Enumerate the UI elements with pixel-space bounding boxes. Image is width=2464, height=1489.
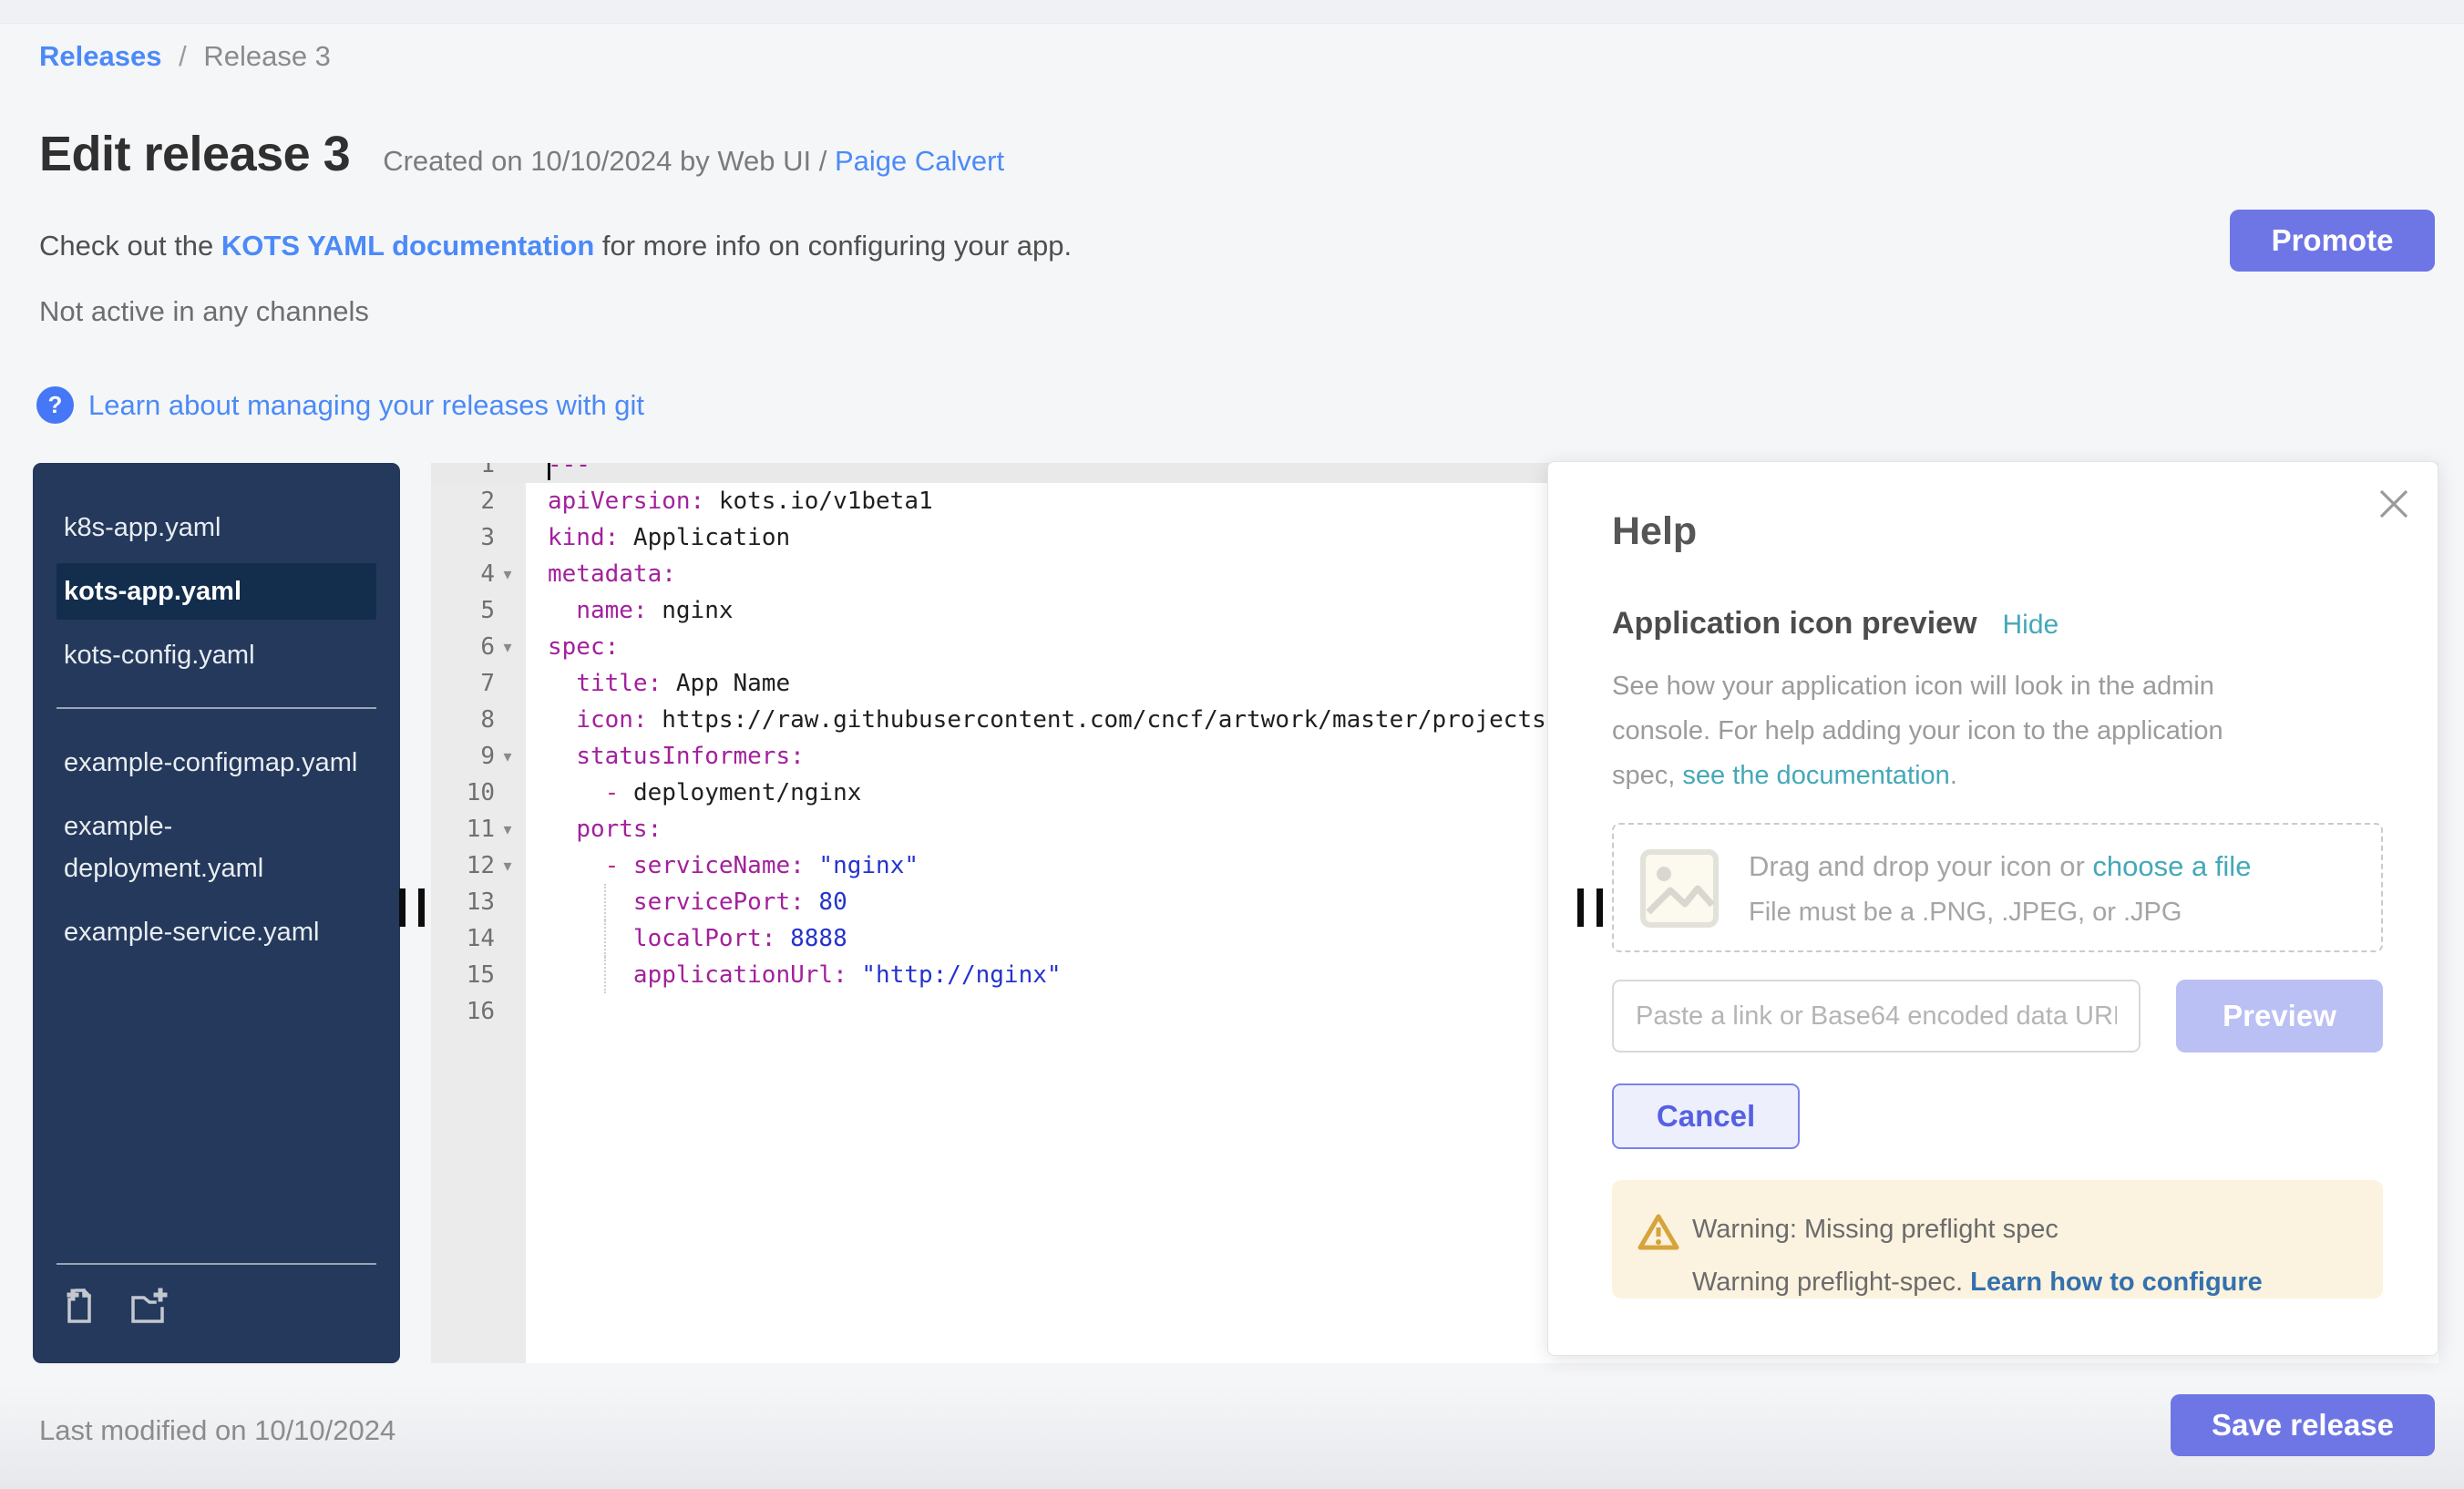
choose-file-link[interactable]: choose a file [2092, 850, 2251, 882]
fold-arrow-icon[interactable]: ▾ [495, 629, 520, 665]
preflight-warning-box: Warning: Missing preflight spec Warning … [1612, 1180, 2383, 1299]
add-file-icon[interactable] [56, 1283, 100, 1327]
file-item-example-deployment.yaml[interactable]: example-deployment.yaml [56, 798, 376, 897]
gutter-cell: 8 [431, 702, 526, 738]
breadcrumb-releases-link[interactable]: Releases [39, 40, 161, 72]
gutter-cell: 3 [431, 519, 526, 556]
file-list: k8s-app.yaml kots-app.yaml kots-config.yam… [33, 499, 400, 960]
gutter-cell: 1 [431, 463, 526, 483]
breadcrumb: Releases / Release 3 [39, 40, 331, 73]
created-text: Created on 10/10/2024 by Web UI / [383, 145, 835, 177]
breadcrumb-separator: / [179, 40, 187, 72]
top-strip [0, 0, 2464, 24]
promote-button[interactable]: Promote [2230, 210, 2435, 272]
warning-detail-text: Warning preflight-spec. [1692, 1268, 1970, 1297]
last-modified-label: Last modified on 10/10/2024 [39, 1414, 395, 1447]
help-panel: Help Application icon preview Hide See h… [1547, 461, 2438, 1356]
warning-title: Warning: Missing preflight spec [1692, 1215, 2058, 1245]
help-panel-resize-handle[interactable] [1577, 888, 1607, 927]
gutter-cell: 11▾ [431, 811, 526, 847]
preview-button[interactable]: Preview [2176, 980, 2383, 1053]
warning-detail: Warning preflight-spec. Learn how to con… [1692, 1268, 2263, 1298]
sidebar-divider [56, 707, 376, 709]
gutter-cell: 13 [431, 884, 526, 920]
icon-preview-section-row: Application icon preview Hide [1612, 606, 2058, 642]
edit-release-page: Releases / Release 3 Edit release 3 Crea… [0, 0, 2464, 1489]
file-item-k8s-app.yaml[interactable]: k8s-app.yaml [56, 499, 376, 556]
created-info: Created on 10/10/2024 by Web UI / Paige … [383, 145, 1004, 178]
save-release-button[interactable]: Save release [2171, 1394, 2435, 1456]
file-item-example-service.yaml[interactable]: example-service.yaml [56, 904, 376, 960]
sidebar-resize-handle[interactable] [399, 888, 428, 927]
created-author-link[interactable]: Paige Calvert [835, 145, 1004, 177]
icon-preview-section-title: Application icon preview [1612, 606, 1977, 642]
description-period: . [1950, 761, 1957, 790]
close-icon[interactable] [2374, 484, 2414, 524]
gutter-cell: 16 [431, 993, 526, 1030]
gutter-cell: 4▾ [431, 556, 526, 592]
title-row: Edit release 3 Created on 10/10/2024 by … [39, 126, 1004, 182]
gutter-cell: 2 [431, 483, 526, 519]
question-icon: ? [36, 386, 74, 424]
icon-preview-description: See how your application icon will look … [1612, 664, 2277, 798]
gutter-cell: 7 [431, 665, 526, 702]
dropzone-text: Drag and drop your icon or [1749, 850, 2092, 882]
file-sidebar: k8s-app.yaml kots-app.yaml kots-config.yam… [33, 463, 400, 1363]
warning-configure-link[interactable]: Learn how to configure [1970, 1268, 2263, 1297]
gutter-cell: 12▾ [431, 847, 526, 884]
gutter-cell: 5 [431, 592, 526, 629]
dropzone-requirements: File must be a .PNG, .JPEG, or .JPG [1749, 898, 2182, 928]
gutter-cell: 6▾ [431, 629, 526, 665]
fold-arrow-icon[interactable]: ▾ [495, 811, 520, 847]
icon-url-input[interactable] [1612, 980, 2141, 1053]
warning-icon [1638, 1213, 1679, 1256]
gutter-cell: 14 [431, 920, 526, 957]
subtitle: Check out the KOTS YAML documentation fo… [39, 230, 1072, 262]
fold-arrow-icon[interactable]: ▾ [495, 738, 520, 775]
page-title: Edit release 3 [39, 126, 350, 182]
kots-yaml-doc-link[interactable]: KOTS YAML documentation [221, 230, 594, 262]
gutter-cell: 10 [431, 775, 526, 811]
breadcrumb-current: Release 3 [203, 40, 331, 72]
fold-arrow-icon[interactable]: ▾ [495, 847, 520, 884]
cancel-button[interactable]: Cancel [1612, 1083, 1800, 1149]
fold-arrow-icon[interactable]: ▾ [495, 556, 520, 592]
help-panel-title: Help [1612, 509, 1697, 554]
file-item-kots-config.yaml[interactable]: kots-config.yaml [56, 627, 376, 683]
channel-status: Not active in any channels [39, 295, 369, 328]
file-item-kots-app.yaml[interactable]: kots-app.yaml [56, 563, 376, 620]
subtitle-prefix: Check out the [39, 230, 221, 262]
sidebar-footer [56, 1263, 376, 1327]
subtitle-suffix: for more info on configuring your app. [594, 230, 1072, 262]
file-item-example-configmap.yaml[interactable]: example-configmap.yaml [56, 734, 376, 791]
add-folder-icon[interactable] [126, 1283, 169, 1327]
gutter-cell: 15 [431, 957, 526, 993]
gutter-cell: 9▾ [431, 738, 526, 775]
image-placeholder-icon [1639, 848, 1720, 933]
icon-dropzone[interactable]: Drag and drop your icon or choose a file… [1612, 823, 2383, 952]
git-help-row[interactable]: ? Learn about managing your releases wit… [36, 386, 644, 424]
dropzone-main-text: Drag and drop your icon or choose a file [1749, 850, 2251, 883]
git-help-link[interactable]: Learn about managing your releases with … [88, 389, 644, 422]
hide-link[interactable]: Hide [2003, 610, 2059, 641]
see-documentation-link[interactable]: see the documentation [1682, 761, 1949, 790]
